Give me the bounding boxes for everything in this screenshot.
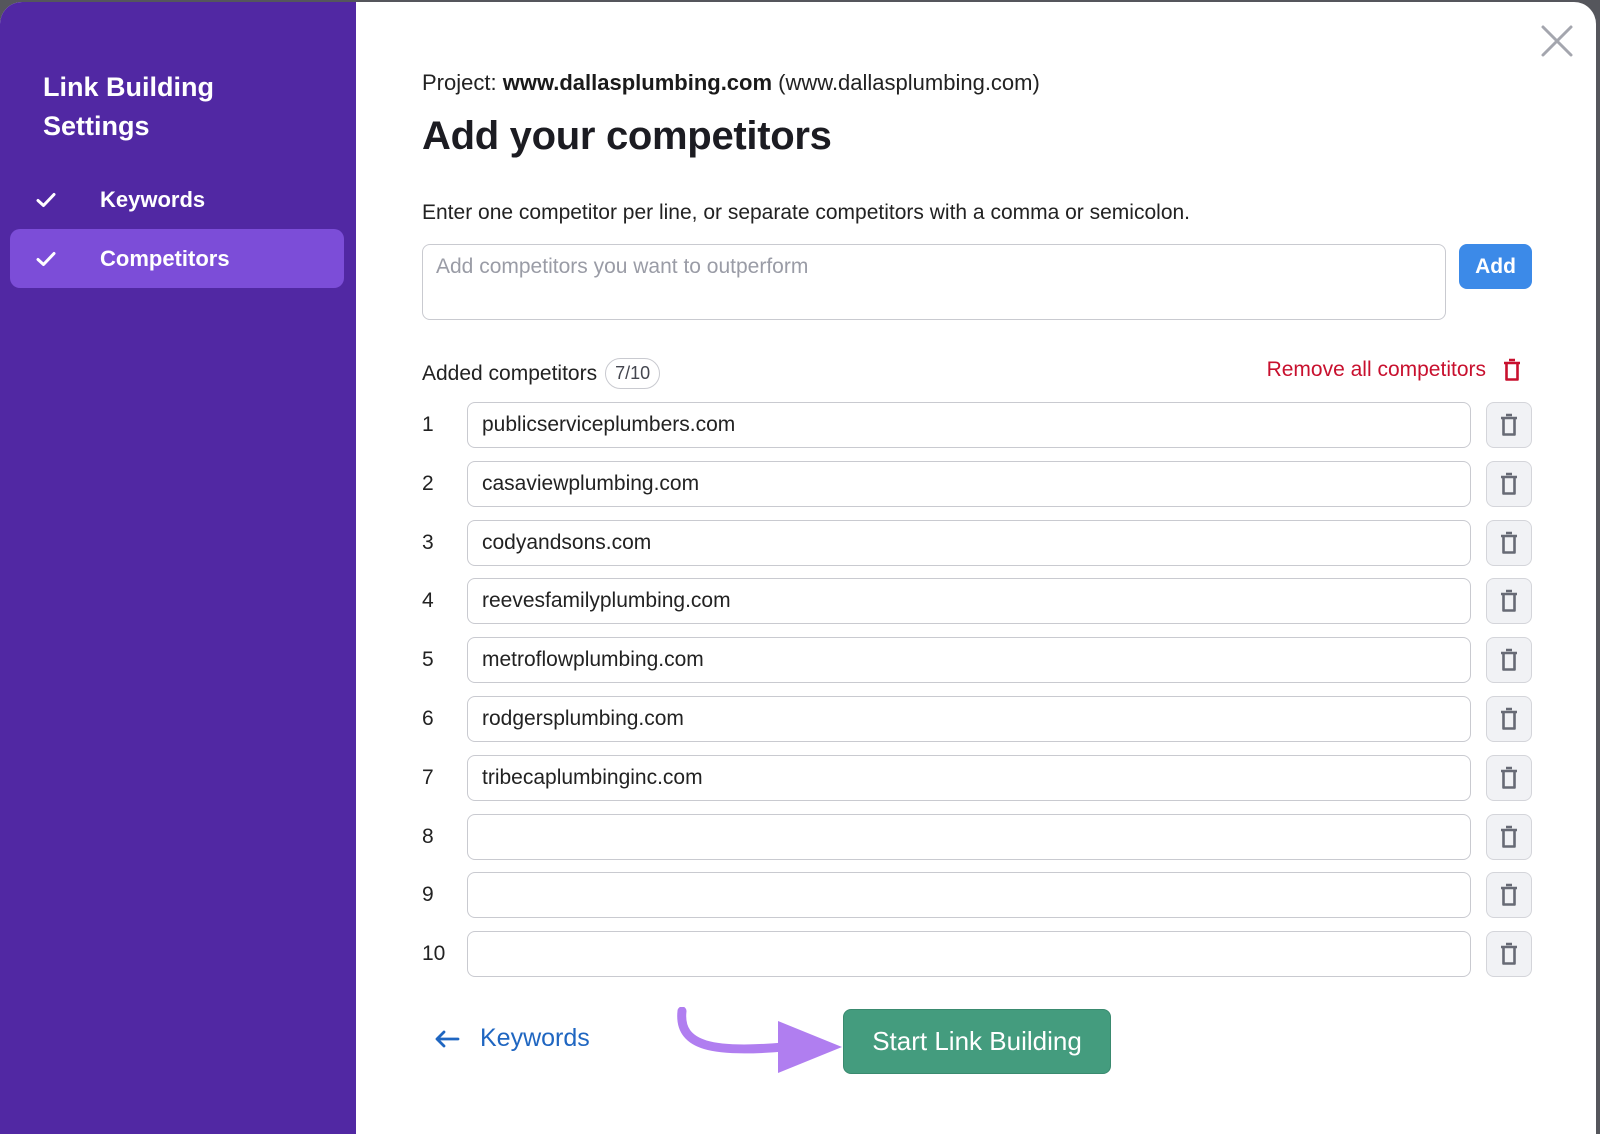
competitor-field[interactable] <box>467 578 1471 625</box>
delete-competitor-button[interactable] <box>1486 637 1532 684</box>
trash-icon <box>1502 358 1522 382</box>
add-button[interactable]: Add <box>1459 244 1532 289</box>
added-competitors-header: Added competitors 7/10 <box>422 358 661 389</box>
sidebar: Link Building Settings Keywords Competit… <box>0 2 356 1134</box>
competitor-field[interactable] <box>467 754 1471 801</box>
competitor-field[interactable] <box>467 813 1471 860</box>
project-domain: (www.dallasplumbing.com) <box>778 70 1040 95</box>
competitor-field[interactable] <box>467 931 1471 978</box>
curved-arrow-icon <box>677 1007 842 1073</box>
back-label: Keywords <box>480 1024 590 1052</box>
competitors-input[interactable] <box>422 244 1446 320</box>
row-number: 5 <box>422 648 434 672</box>
trash-icon <box>1501 472 1517 495</box>
competitor-row: 8 <box>422 813 1532 860</box>
delete-competitor-button[interactable] <box>1486 402 1532 448</box>
competitor-row: 6 <box>422 696 1532 742</box>
sidebar-item-competitors[interactable]: Competitors <box>10 229 344 288</box>
check-icon <box>36 251 60 267</box>
back-to-keywords-link[interactable]: Keywords <box>434 1024 590 1053</box>
main-content: Project: www.dallasplumbing.com (www.dal… <box>422 2 1532 1134</box>
added-competitors-label: Added competitors <box>422 361 598 385</box>
trash-icon <box>1501 884 1517 907</box>
arrow-left-icon <box>434 1029 460 1049</box>
trash-icon <box>1501 531 1517 554</box>
sidebar-item-keywords[interactable]: Keywords <box>10 170 344 229</box>
delete-competitor-button[interactable] <box>1486 931 1532 978</box>
start-link-building-button[interactable]: Start Link Building <box>843 1009 1111 1074</box>
delete-competitor-button[interactable] <box>1486 460 1532 507</box>
sidebar-item-label: Keywords <box>100 186 206 212</box>
competitor-field[interactable] <box>467 519 1471 566</box>
competitor-field[interactable] <box>467 402 1471 448</box>
row-number: 6 <box>422 707 434 730</box>
competitor-row: 10 <box>422 931 1532 978</box>
competitor-field[interactable] <box>467 637 1471 684</box>
competitor-row: 9 <box>422 872 1532 919</box>
sidebar-title: Link Building Settings <box>43 72 214 141</box>
project-name: www.dallasplumbing.com <box>502 70 773 95</box>
page-title: Add your competitors <box>422 114 832 158</box>
delete-competitor-button[interactable] <box>1486 872 1532 919</box>
row-number: 9 <box>422 883 434 907</box>
competitor-row: 4 <box>422 578 1532 625</box>
project-prefix: Project: <box>422 70 497 95</box>
delete-competitor-button[interactable] <box>1486 696 1532 742</box>
competitor-row: 2 <box>422 460 1532 507</box>
trash-icon <box>1501 707 1517 730</box>
remove-all-button[interactable]: Remove all competitors <box>1267 358 1532 382</box>
project-line: Project: www.dallasplumbing.com (www.dal… <box>422 70 1040 96</box>
competitor-row: 3 <box>422 519 1532 566</box>
delete-competitor-button[interactable] <box>1486 519 1532 566</box>
close-icon <box>1541 25 1573 57</box>
row-number: 4 <box>422 589 434 613</box>
delete-competitor-button[interactable] <box>1486 578 1532 625</box>
check-icon <box>36 192 60 208</box>
competitor-field[interactable] <box>467 872 1471 919</box>
competitor-row: 5 <box>422 637 1532 684</box>
close-button[interactable] <box>1540 24 1574 58</box>
trash-icon <box>1501 942 1517 965</box>
row-number: 2 <box>422 471 434 495</box>
row-number: 10 <box>422 942 446 966</box>
link-building-settings-modal: Link Building Settings Keywords Competit… <box>0 2 1596 1134</box>
competitor-field[interactable] <box>467 460 1471 507</box>
trash-icon <box>1501 648 1517 671</box>
trash-icon <box>1501 413 1517 436</box>
count-badge: 7/10 <box>605 358 661 389</box>
competitor-row: 1 <box>422 402 1532 448</box>
trash-icon <box>1501 766 1517 789</box>
input-hint: Enter one competitor per line, or separa… <box>422 201 1191 224</box>
row-number: 1 <box>422 413 434 436</box>
delete-competitor-button[interactable] <box>1486 813 1532 860</box>
competitor-row: 7 <box>422 754 1532 801</box>
sidebar-item-label: Competitors <box>100 245 230 271</box>
delete-competitor-button[interactable] <box>1486 754 1532 801</box>
row-number: 8 <box>422 824 434 848</box>
row-number: 3 <box>422 530 434 554</box>
competitor-field[interactable] <box>467 696 1471 742</box>
trash-icon <box>1501 590 1517 613</box>
row-number: 7 <box>422 765 434 789</box>
remove-all-label: Remove all competitors <box>1266 358 1486 381</box>
trash-icon <box>1501 825 1517 848</box>
